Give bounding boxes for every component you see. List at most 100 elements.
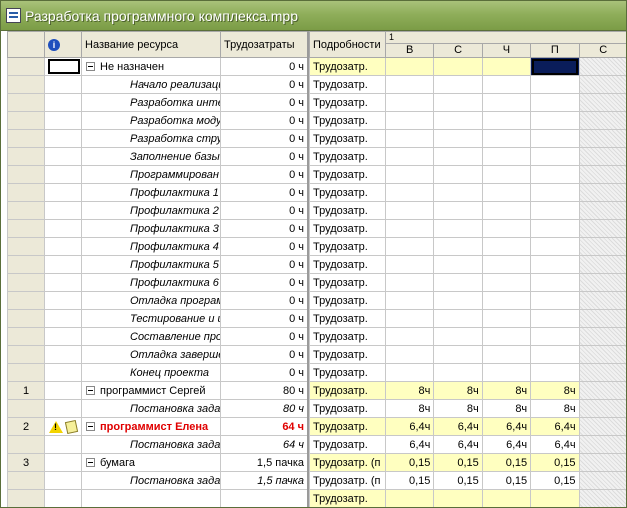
timephased-row[interactable]: Трудозатр. (п 0,15 0,15 0,15 0,15 [309, 453, 626, 472]
indicator-cell[interactable] [44, 183, 82, 202]
title-bar[interactable]: Разработка программного комплекса.mpp [1, 1, 626, 31]
work-value-cell[interactable] [481, 129, 532, 148]
timephased-row[interactable]: Трудозатр. (п 0,15 0,15 0,15 0,15 [309, 471, 626, 490]
work-value-cell[interactable]: 6,4ч [384, 417, 435, 436]
assignment-name-cell[interactable]: Постановка задач [81, 471, 221, 490]
assignment-name-cell[interactable]: Конец проекта [81, 363, 221, 382]
work-value-cell[interactable] [481, 111, 532, 130]
resource-name-cell[interactable]: программист Елена [81, 417, 221, 436]
assignment-name-cell[interactable]: Программирован [81, 165, 221, 184]
work-value-cell[interactable] [433, 327, 483, 346]
work-value-cell[interactable]: 0,15 [530, 453, 580, 472]
timephased-row[interactable]: Трудозатр. [309, 93, 626, 112]
work-value-cell[interactable]: 6,4ч [481, 435, 532, 454]
indicator-cell[interactable] [44, 93, 82, 112]
work-value-cell[interactable] [384, 363, 435, 382]
work-cell[interactable]: 1,5 пачка [220, 471, 307, 490]
table-row[interactable]: Профилактика 40 ч [7, 237, 307, 256]
assignment-name-cell[interactable]: Тестирование и и [81, 309, 221, 328]
work-value-cell[interactable] [384, 75, 435, 94]
work-value-cell[interactable] [481, 147, 532, 166]
timephased-row[interactable]: Трудозатр. [309, 165, 626, 184]
work-value-cell[interactable] [384, 201, 435, 220]
table-row[interactable]: 3 бумага 1,5 пачка [7, 453, 307, 472]
work-value-cell[interactable] [433, 201, 483, 220]
work-value-cell[interactable]: 0,15 [384, 471, 435, 490]
work-cell[interactable]: 64 ч [220, 417, 307, 436]
assignment-name-cell[interactable]: Профилактика 4 [81, 237, 221, 256]
timephased-row[interactable]: Трудозатр. [309, 345, 626, 364]
work-value-cell[interactable] [433, 93, 483, 112]
timephased-row[interactable]: Трудозатр. [309, 57, 626, 76]
work-value-cell[interactable] [481, 255, 532, 274]
work-value-cell[interactable]: 8ч [433, 381, 483, 400]
work-value-cell[interactable] [433, 255, 483, 274]
work-value-cell[interactable] [433, 363, 483, 382]
work-cell[interactable]: 0 ч [220, 75, 307, 94]
assignment-name-cell[interactable]: Разработка моду [81, 111, 221, 130]
work-value-cell[interactable] [481, 57, 532, 76]
work-cell[interactable]: 0 ч [220, 201, 307, 220]
work-value-cell[interactable]: 6,4ч [530, 435, 580, 454]
work-value-cell[interactable] [530, 111, 580, 130]
work-value-cell[interactable] [384, 237, 435, 256]
work-value-cell[interactable] [481, 219, 532, 238]
work-value-cell[interactable] [433, 147, 483, 166]
collapse-icon[interactable] [86, 386, 95, 396]
timephased-row[interactable]: Трудозатр. [309, 255, 626, 274]
table-row[interactable] [7, 489, 307, 507]
indicator-cell[interactable] [44, 363, 82, 382]
collapse-icon[interactable] [86, 62, 95, 72]
resource-name-column-header[interactable]: Название ресурса [81, 31, 221, 58]
timephased-row[interactable]: Трудозатр. [309, 129, 626, 148]
work-value-cell[interactable] [384, 327, 435, 346]
table-row[interactable]: Составление про 0 ч [7, 327, 307, 346]
table-row[interactable]: Разработка инте 0 ч [7, 93, 307, 112]
assignment-name-cell[interactable]: Заполнение базы [81, 147, 221, 166]
indicator-cell[interactable] [44, 75, 82, 94]
work-cell[interactable]: 1,5 пачка [220, 453, 307, 472]
work-value-cell[interactable] [481, 75, 532, 94]
work-value-cell[interactable] [433, 57, 483, 76]
note-icon[interactable] [64, 419, 79, 434]
work-cell[interactable]: 0 ч [220, 273, 307, 292]
table-row[interactable]: Программирован 0 ч [7, 165, 307, 184]
work-cell[interactable]: 0 ч [220, 129, 307, 148]
work-value-cell[interactable] [433, 309, 483, 328]
table-row[interactable]: 1 программист Сергей 80 ч [7, 381, 307, 400]
work-cell[interactable]: 0 ч [220, 147, 307, 166]
work-value-cell[interactable] [481, 201, 532, 220]
work-value-cell[interactable] [433, 183, 483, 202]
assignment-name-cell[interactable]: Профилактика 3 [81, 219, 221, 238]
timephased-row[interactable]: Трудозатр. [309, 111, 626, 130]
work-value-cell[interactable] [530, 147, 580, 166]
indicator-cell[interactable] [44, 489, 82, 507]
timephased-row[interactable]: Трудозатр. 8ч 8ч 8ч 8ч [309, 399, 626, 418]
work-value-cell[interactable]: 6,4ч [433, 435, 483, 454]
work-cell[interactable]: 0 ч [220, 363, 307, 382]
assignment-name-cell[interactable]: Отладка програм [81, 291, 221, 310]
work-value-cell[interactable]: 8ч [530, 381, 580, 400]
work-value-cell[interactable] [530, 183, 580, 202]
indicator-cell[interactable] [44, 255, 82, 274]
table-row[interactable]: Тестирование и и0 ч [7, 309, 307, 328]
table-row[interactable]: 2 программист Елена 64 ч [7, 417, 307, 436]
indicator-cell[interactable] [44, 147, 82, 166]
work-value-cell[interactable] [530, 345, 580, 364]
work-value-cell[interactable] [384, 273, 435, 292]
work-value-cell[interactable]: 0,15 [384, 453, 435, 472]
work-value-cell[interactable] [530, 489, 580, 507]
work-value-cell[interactable]: 0,15 [530, 471, 580, 490]
indicator-cell[interactable] [44, 273, 82, 292]
work-value-cell[interactable] [433, 237, 483, 256]
work-cell[interactable]: 64 ч [220, 435, 307, 454]
indicator-cell[interactable] [44, 327, 82, 346]
assignment-name-cell[interactable]: Профилактика 1 [81, 183, 221, 202]
details-column-header[interactable]: Подробности [309, 31, 386, 58]
work-value-cell[interactable] [384, 345, 435, 364]
work-cell[interactable]: 0 ч [220, 183, 307, 202]
work-column-header[interactable]: Трудозатраты [220, 31, 307, 58]
work-cell[interactable]: 0 ч [220, 57, 307, 76]
table-row[interactable]: Постановка задач 1,5 пачка [7, 471, 307, 490]
work-value-cell[interactable] [433, 489, 483, 507]
